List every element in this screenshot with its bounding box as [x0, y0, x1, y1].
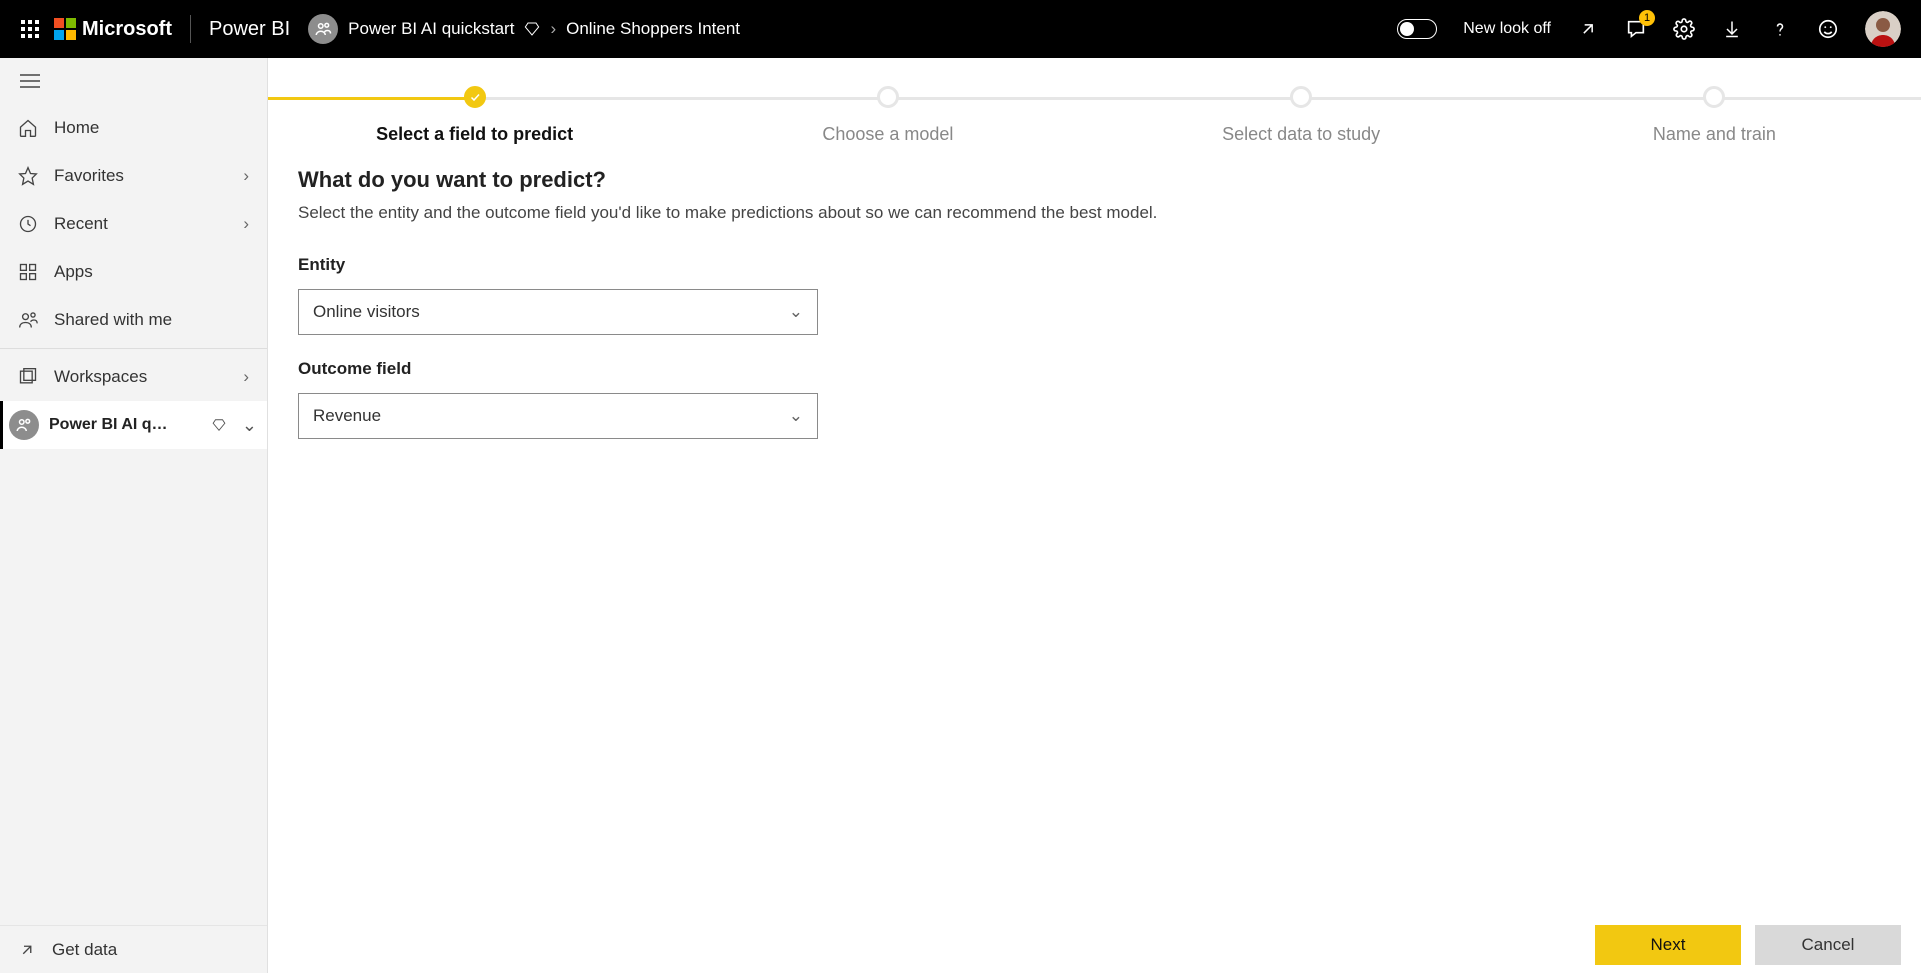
sidebar-item-workspaces[interactable]: Workspaces ›	[0, 353, 267, 401]
step-select-field[interactable]: Select a field to predict	[268, 86, 681, 145]
sidebar-item-shared[interactable]: Shared with me	[0, 296, 267, 344]
check-icon	[469, 91, 481, 103]
step-label: Select data to study	[1222, 124, 1380, 145]
settings-icon[interactable]	[1673, 18, 1695, 40]
notification-badge: 1	[1639, 10, 1655, 26]
get-data-label: Get data	[52, 940, 117, 960]
new-look-toggle[interactable]	[1397, 19, 1437, 39]
nav-label: Workspaces	[54, 367, 147, 387]
outcome-value: Revenue	[313, 406, 381, 426]
sidebar-toggle[interactable]	[0, 58, 267, 104]
current-workspace[interactable]: Power BI AI q… ⌄	[0, 401, 267, 449]
diamond-icon	[212, 418, 226, 432]
sidebar: Home Favorites › Recent › Apps Shared wi…	[0, 58, 268, 973]
outcome-label: Outcome field	[298, 359, 1891, 379]
chevron-down-icon: ⌄	[789, 302, 803, 322]
step-choose-model[interactable]: Choose a model	[681, 86, 1094, 145]
chevron-down-icon: ⌄	[789, 406, 803, 426]
divider	[0, 348, 267, 349]
microsoft-logo[interactable]: Microsoft	[54, 18, 172, 41]
help-icon[interactable]	[1769, 18, 1791, 40]
entity-select[interactable]: Online visitors ⌄	[298, 289, 818, 335]
wizard-footer: Next Cancel	[1595, 925, 1901, 965]
divider	[190, 15, 191, 43]
chevron-right-icon: ›	[550, 19, 556, 39]
sidebar-item-apps[interactable]: Apps	[0, 248, 267, 296]
nav-label: Apps	[54, 262, 93, 282]
chevron-right-icon: ›	[243, 166, 249, 186]
cancel-button[interactable]: Cancel	[1755, 925, 1901, 965]
form-subtitle: Select the entity and the outcome field …	[298, 203, 1891, 223]
app-name[interactable]: Power BI	[209, 18, 290, 41]
home-icon	[18, 118, 38, 138]
breadcrumb-workspace[interactable]: Power BI AI quickstart	[348, 19, 514, 39]
get-data-link[interactable]: Get data	[0, 925, 267, 973]
breadcrumb: Power BI AI quickstart › Online Shoppers…	[348, 19, 740, 39]
workspace-badge-icon	[9, 410, 39, 440]
outcome-select[interactable]: Revenue ⌄	[298, 393, 818, 439]
star-icon	[18, 166, 38, 186]
new-look-label: New look off	[1463, 20, 1551, 38]
chevron-right-icon: ›	[243, 367, 249, 387]
form-area: What do you want to predict? Select the …	[268, 157, 1921, 473]
wizard-stepper: Select a field to predict Choose a model…	[268, 58, 1921, 157]
step-select-data[interactable]: Select data to study	[1095, 86, 1508, 145]
nav-label: Favorites	[54, 166, 124, 186]
clock-icon	[18, 214, 38, 234]
next-button[interactable]: Next	[1595, 925, 1741, 965]
apps-icon	[18, 262, 38, 282]
workspace-name: Power BI AI q…	[49, 416, 202, 434]
feedback-icon[interactable]	[1817, 18, 1839, 40]
sidebar-item-home[interactable]: Home	[0, 104, 267, 152]
step-name-train[interactable]: Name and train	[1508, 86, 1921, 145]
step-label: Select a field to predict	[376, 124, 573, 145]
workspace-chip-icon[interactable]	[308, 14, 338, 44]
entity-value: Online visitors	[313, 302, 420, 322]
shared-icon	[18, 310, 38, 330]
microsoft-label: Microsoft	[82, 18, 172, 41]
step-label: Choose a model	[822, 124, 953, 145]
nav-label: Recent	[54, 214, 108, 234]
diamond-icon	[524, 21, 540, 37]
user-avatar[interactable]	[1865, 11, 1901, 47]
entity-label: Entity	[298, 255, 1891, 275]
fullscreen-icon[interactable]	[1577, 18, 1599, 40]
top-bar: Microsoft Power BI Power BI AI quickstar…	[0, 0, 1921, 58]
app-launcher-icon[interactable]	[10, 20, 50, 38]
step-label: Name and train	[1653, 124, 1776, 145]
workspaces-icon	[18, 367, 38, 387]
arrow-icon	[18, 941, 36, 959]
main: Select a field to predict Choose a model…	[268, 58, 1921, 973]
nav-label: Home	[54, 118, 99, 138]
sidebar-item-recent[interactable]: Recent ›	[0, 200, 267, 248]
nav-label: Shared with me	[54, 310, 172, 330]
breadcrumb-page[interactable]: Online Shoppers Intent	[566, 19, 740, 39]
download-icon[interactable]	[1721, 18, 1743, 40]
chevron-right-icon: ›	[243, 214, 249, 234]
chevron-down-icon: ⌄	[242, 415, 257, 436]
form-title: What do you want to predict?	[298, 167, 1891, 193]
sidebar-item-favorites[interactable]: Favorites ›	[0, 152, 267, 200]
notifications-icon[interactable]: 1	[1625, 18, 1647, 40]
